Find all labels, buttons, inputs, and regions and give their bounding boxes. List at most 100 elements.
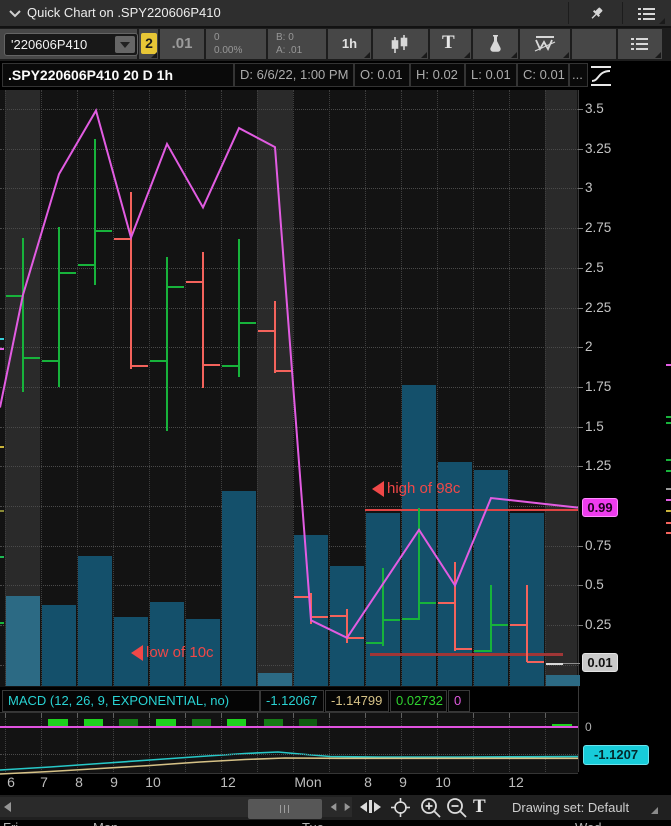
- h-gridline: [0, 228, 578, 230]
- macd-hist-bar: [48, 719, 68, 726]
- candle-flat-ext: [563, 663, 580, 665]
- clipped-axis-label: Wed: [575, 820, 602, 826]
- patterns-button[interactable]: [520, 29, 570, 59]
- drawing-set-selector[interactable]: Drawing set: Default: [512, 798, 629, 818]
- text-note-button[interactable]: T: [430, 29, 471, 59]
- y-axis-tick: [578, 267, 583, 269]
- price-level-line[interactable]: [370, 652, 563, 656]
- edge-mark-right: [666, 532, 671, 534]
- chart-style-button[interactable]: [373, 29, 428, 59]
- symbol-dropdown-button[interactable]: [115, 36, 135, 53]
- candle-open-tick: [42, 360, 59, 363]
- y-axis-tick: [578, 347, 583, 349]
- candle-range: [202, 251, 204, 389]
- v-gridline-macd: [113, 713, 114, 772]
- x-tick: [509, 713, 510, 718]
- symbol-segment: '220606P410: [0, 29, 138, 59]
- y-axis-label: 2: [585, 339, 593, 355]
- edge-mark-left: [0, 622, 4, 624]
- titlebar-separator: [568, 2, 569, 24]
- v-gridline: [113, 90, 114, 686]
- edge-mark-right: [666, 522, 671, 524]
- pin-button[interactable]: [578, 1, 614, 25]
- toolbar-menu-button[interactable]: [618, 29, 662, 59]
- scrollbar-thumb[interactable]: [248, 799, 322, 819]
- macd-hist-bar: [299, 719, 317, 726]
- candle-open-tick: [114, 238, 131, 241]
- macd-gridline: [0, 754, 578, 755]
- zoom-in-button[interactable]: [420, 797, 442, 819]
- candle-close-tick: [239, 322, 256, 325]
- text-tool-button[interactable]: T: [473, 797, 486, 817]
- candle-close-tick: [455, 647, 472, 650]
- chart-annotation[interactable]: high of 98c: [372, 480, 460, 498]
- candle-open-tick: [402, 617, 419, 620]
- candle-open-tick: [6, 295, 23, 298]
- x-axis-label: 9: [110, 774, 118, 790]
- candle-close-tick: [167, 285, 184, 288]
- clipped-axis-label: Tue: [302, 820, 324, 826]
- y-axis-tick: [578, 426, 583, 428]
- chart-annotation[interactable]: low of 10c: [131, 644, 214, 662]
- candle-close-tick: [275, 370, 292, 373]
- timeframe-button[interactable]: 1h: [328, 29, 371, 59]
- macd-study-label[interactable]: MACD (12, 26, 9, EXPONENTIAL, no): [2, 690, 260, 712]
- v-gridline-macd: [509, 713, 510, 772]
- x-axis-label: 7: [40, 774, 48, 790]
- candle-close-tick: [419, 601, 436, 604]
- v-gridline-macd: [221, 713, 222, 772]
- symbol-input[interactable]: '220606P410: [4, 33, 138, 56]
- price-axis-bubble: 0.99: [582, 497, 618, 517]
- y-axis-label: 3.25: [585, 140, 612, 156]
- scroll-left-arrow-icon[interactable]: [4, 802, 11, 812]
- titlebar-menu-button[interactable]: [630, 1, 666, 25]
- volume-bar: [42, 605, 76, 686]
- macd-hist-bar: [156, 719, 176, 726]
- candle-close-tick: [95, 230, 112, 233]
- v-gridline: [545, 90, 546, 686]
- y-axis-tick: [578, 109, 583, 110]
- x-tick: [185, 713, 186, 718]
- edge-mark-right: [666, 470, 671, 472]
- chart-scrollbar[interactable]: [0, 797, 352, 819]
- zoom-out-button[interactable]: [446, 797, 468, 819]
- bottom-toolbar: T Drawing set: Default: [0, 795, 671, 820]
- y-axis-label: 2.5: [585, 259, 604, 275]
- v-gridline: [41, 90, 42, 686]
- volume-bar: [258, 673, 292, 686]
- flag-badge[interactable]: 2: [141, 33, 157, 54]
- macd-zero-line: [0, 726, 578, 728]
- header-more-button[interactable]: ...: [569, 63, 588, 87]
- step-left-button[interactable]: [330, 803, 337, 811]
- x-axis-label: Mon: [294, 774, 322, 790]
- v-gridline-macd: [293, 713, 294, 772]
- y-axis-label: 1.25: [585, 458, 612, 474]
- y-axis-label: 3.5: [585, 101, 604, 116]
- studies-button[interactable]: [473, 29, 518, 59]
- header-open: O: 0.01: [354, 63, 410, 87]
- step-right-button[interactable]: [344, 803, 351, 811]
- candle-close-tick: [491, 624, 508, 627]
- volume-bar: [6, 596, 40, 686]
- crosshair-tool-button[interactable]: [390, 797, 411, 818]
- chart-style-curve-icon[interactable]: [588, 63, 614, 89]
- v-gridline-macd: [77, 713, 78, 772]
- candle-range: [22, 237, 24, 392]
- candle-range: [490, 585, 492, 653]
- x-tick: [365, 713, 366, 718]
- x-tick: [473, 713, 474, 718]
- v-gridline-macd: [365, 713, 366, 772]
- ask-value: A: .01: [276, 45, 303, 56]
- bid-value: B: 0: [276, 32, 294, 43]
- collapse-chevron-icon[interactable]: [9, 10, 21, 18]
- y-axis-tick: [578, 545, 583, 547]
- edge-mark-right: [666, 416, 671, 418]
- price-level-line[interactable]: [365, 509, 578, 512]
- chart-header: .SPY220606P410 20 D 1h D: 6/6/22, 1:00 P…: [0, 62, 671, 89]
- pan-tool-button[interactable]: [360, 799, 382, 815]
- h-gridline: [0, 109, 578, 110]
- candle-open-tick: [366, 641, 383, 644]
- toolbar-filler: [572, 29, 616, 59]
- drawing-set-expand-icon[interactable]: [651, 807, 658, 814]
- pattern-w-icon: [534, 36, 556, 52]
